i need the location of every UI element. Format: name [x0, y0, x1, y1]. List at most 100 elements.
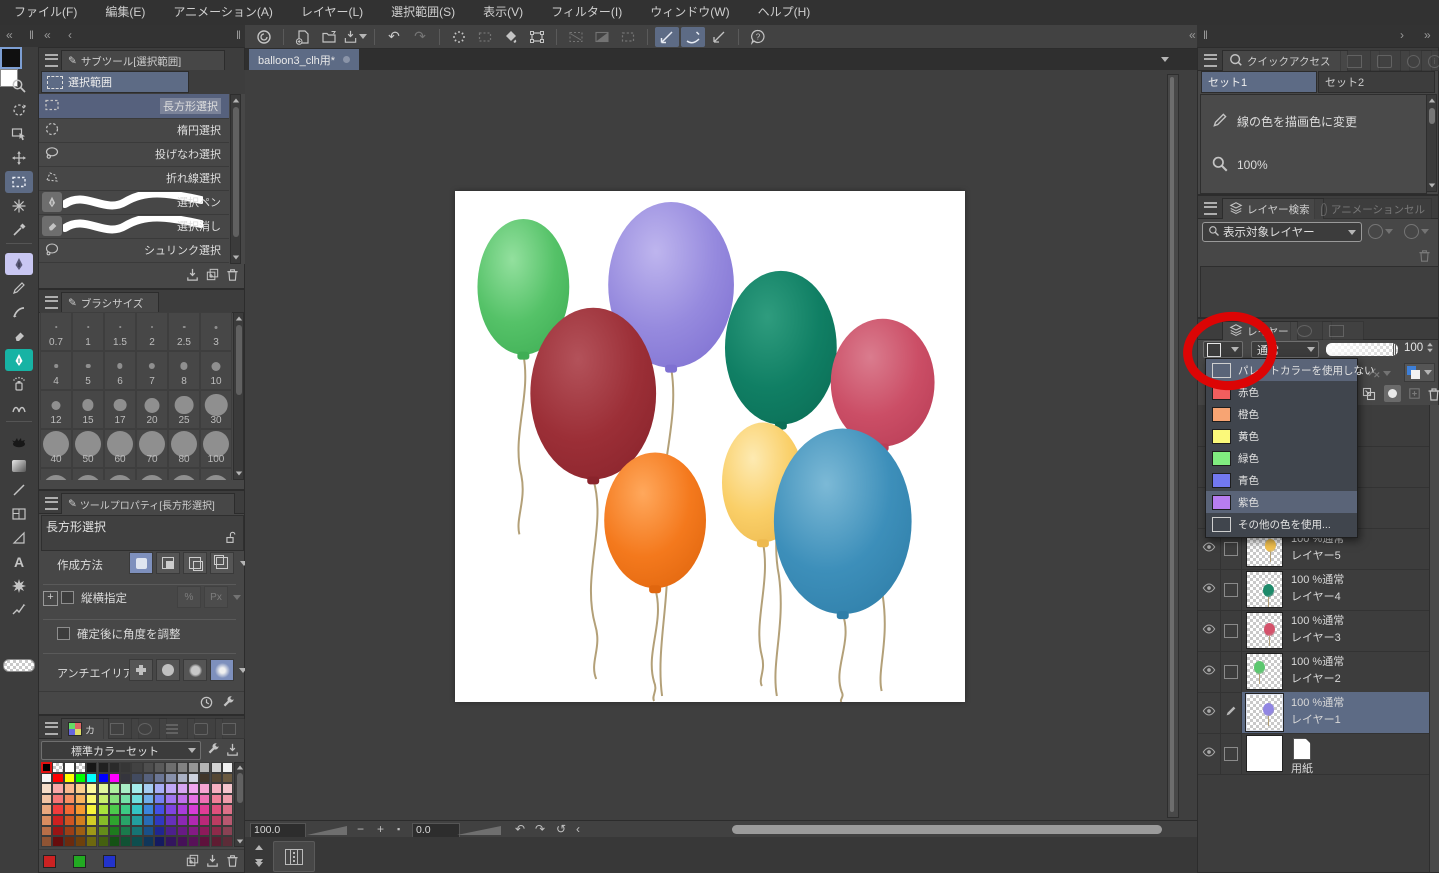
brush-size-70[interactable]: 70 — [136, 429, 168, 468]
select-from-selection-button[interactable] — [210, 552, 234, 574]
color-swatch[interactable] — [74, 836, 87, 847]
palette-menu-item-6[interactable]: 青色 — [1206, 469, 1357, 491]
tab-layer-search[interactable]: レイヤー検索 — [1222, 198, 1324, 219]
color-swatch[interactable] — [199, 772, 211, 784]
frame-border-tool[interactable] — [5, 503, 33, 525]
subtool-scrollbar[interactable] — [230, 94, 241, 264]
brush-size-4[interactable]: 4 — [40, 351, 72, 390]
quick-access-item-1[interactable]: 線の色を描画色に変更 — [1205, 101, 1427, 141]
canvas-hscrollbar[interactable] — [732, 825, 1162, 834]
green-swatch[interactable] — [73, 855, 86, 868]
auto-select-tool[interactable] — [5, 195, 33, 217]
new-canvas-icon[interactable] — [291, 27, 315, 47]
aa-none-button[interactable] — [129, 659, 153, 681]
selection-launcher-line-icon[interactable] — [564, 27, 588, 47]
color-swatch[interactable] — [131, 772, 143, 784]
rotate-ccw-icon[interactable]: ↶ — [515, 822, 525, 837]
color-swatch[interactable] — [165, 804, 177, 815]
replace-swatch-icon[interactable] — [205, 853, 220, 871]
brush-size-extra[interactable] — [40, 468, 72, 480]
duplicate-icon[interactable] — [205, 267, 220, 285]
blue-swatch[interactable] — [103, 855, 116, 868]
color-swatch[interactable] — [97, 815, 109, 826]
deselect-icon[interactable] — [473, 27, 497, 47]
color-swatch[interactable] — [108, 836, 121, 847]
layer-checkbox[interactable] — [1223, 664, 1238, 679]
eye-icon[interactable] — [1201, 581, 1217, 598]
subtool-item-3[interactable]: 投げなわ選択 — [39, 142, 229, 167]
color-swatch[interactable] — [210, 825, 222, 837]
opacity-spinner[interactable] — [1426, 342, 1434, 353]
color-swatch[interactable] — [142, 836, 154, 847]
panel-menu-icon[interactable] — [45, 54, 58, 67]
color-swatch[interactable] — [210, 804, 222, 815]
dock-up-icon[interactable] — [255, 845, 263, 850]
import-icon[interactable] — [225, 742, 240, 760]
color-swatch[interactable] — [154, 815, 166, 826]
brush-size-30[interactable]: 30 — [200, 390, 232, 429]
reset-view-icon[interactable]: ↺ — [556, 822, 566, 837]
tab-tool-property[interactable]: ✎ ツールプロパティ[長方形選択] — [61, 493, 235, 514]
remove-selection-button[interactable] — [183, 552, 207, 574]
selection-launcher-rect-icon[interactable] — [616, 27, 640, 47]
subtool-item-4[interactable]: 折れ線選択 — [39, 166, 229, 191]
selection-launcher-fill-icon[interactable] — [590, 27, 614, 47]
color-swatch[interactable] — [120, 762, 132, 773]
brush-size-17[interactable]: 17 — [104, 390, 136, 429]
color-swatch[interactable] — [154, 825, 166, 837]
color-swatch[interactable] — [52, 762, 64, 773]
help-icon[interactable]: ? — [746, 27, 770, 47]
color-swatch[interactable] — [97, 825, 109, 837]
color-swatch[interactable] — [86, 825, 98, 837]
layer-filter-select[interactable]: 表示対象レイヤー — [1202, 222, 1362, 242]
app-logo-icon[interactable] — [252, 27, 276, 47]
rotation-value[interactable]: 0.0 — [412, 823, 460, 838]
color-swatch[interactable] — [187, 783, 200, 794]
brush-size-extra[interactable] — [136, 468, 168, 480]
color-swatch[interactable] — [199, 793, 211, 805]
brush-size-25[interactable]: 25 — [168, 390, 200, 429]
decoration-tool[interactable] — [5, 349, 33, 371]
layer-checkbox[interactable] — [1223, 746, 1238, 761]
brush-size-15[interactable]: 15 — [72, 390, 104, 429]
canvas-paper[interactable] — [455, 191, 965, 703]
canvas-vscrollbar[interactable] — [1167, 74, 1179, 818]
color-swatch[interactable] — [120, 783, 132, 794]
zoom-out-icon[interactable]: − — [357, 822, 364, 837]
layer-row[interactable]: 100 %通常 レイヤー1 — [1198, 692, 1429, 734]
layer-thumbnail[interactable] — [1246, 694, 1283, 731]
subtool-item-1[interactable]: 長方形選択 — [39, 94, 229, 119]
color-swatch[interactable] — [52, 815, 64, 826]
brush-size-0.7[interactable]: 0.7 — [40, 312, 72, 351]
operation-tool[interactable] — [5, 123, 33, 145]
eye-icon[interactable] — [1201, 745, 1217, 762]
snap-special-icon[interactable] — [681, 26, 705, 47]
color-swatch[interactable] — [187, 836, 200, 847]
color-swatch[interactable] — [97, 836, 109, 847]
color-swatch[interactable] — [154, 772, 166, 784]
menu-filter[interactable]: フィルター(I) — [537, 0, 636, 25]
tab-layer-extra[interactable] — [1322, 321, 1364, 340]
snap-grid-icon[interactable] — [707, 27, 731, 47]
color-swatch[interactable] — [165, 836, 177, 847]
color-swatch[interactable] — [41, 772, 53, 784]
color-swatch[interactable] — [199, 836, 211, 847]
color-swatch[interactable] — [120, 793, 132, 805]
tab-brush-size[interactable]: ✎ ブラシサイズ — [61, 292, 159, 313]
zoom-value[interactable]: 100.0 — [250, 823, 306, 838]
fill-selection-icon[interactable] — [499, 27, 523, 47]
quick-access-set2-tab[interactable]: セット2 — [1318, 71, 1435, 93]
color-swatch[interactable] — [187, 825, 200, 837]
brush-size-1[interactable]: 1 — [72, 312, 104, 351]
color-set-selector[interactable]: 標準カラーセット — [41, 741, 201, 760]
menu-selection[interactable]: 選択範囲(S) — [377, 0, 469, 25]
menu-window[interactable]: ウィンドウ(W) — [636, 0, 743, 25]
color-swatch[interactable] — [221, 825, 234, 837]
panel-splitter-icon[interactable]: ‖ — [236, 28, 241, 42]
color-swatch[interactable] — [86, 815, 98, 826]
search-option-1[interactable] — [1368, 224, 1393, 239]
color-swatch[interactable] — [108, 762, 121, 773]
panel-splitter-icon[interactable]: ‖ — [29, 28, 34, 42]
color-swatch[interactable] — [210, 793, 222, 805]
brush-size-5[interactable]: 5 — [72, 351, 104, 390]
